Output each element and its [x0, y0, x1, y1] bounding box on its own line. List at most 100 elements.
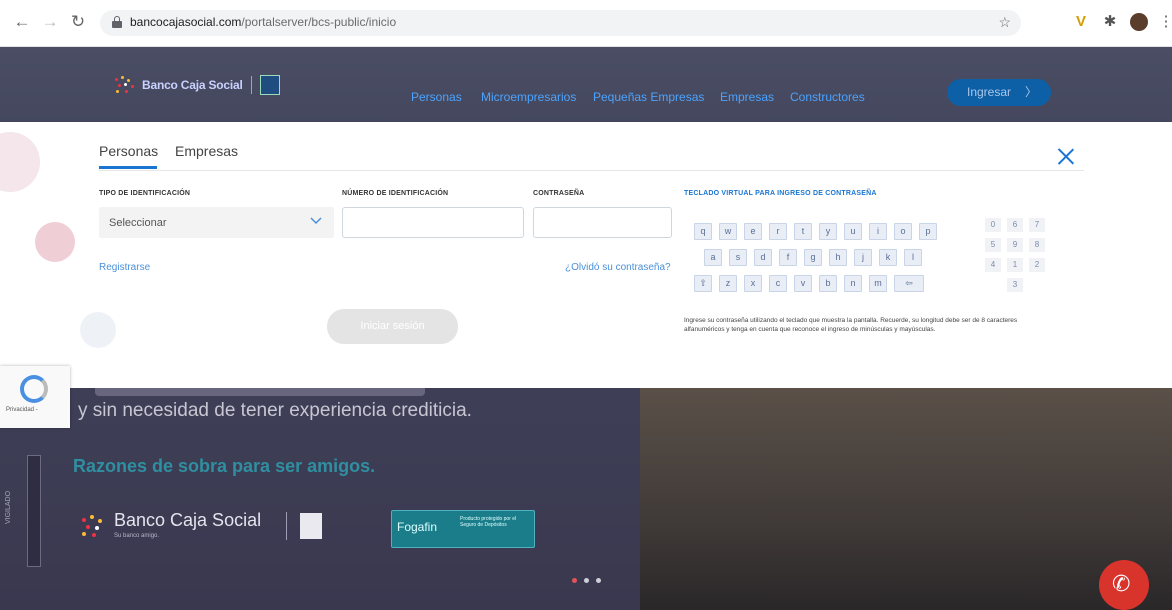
defensor-badge-icon: [300, 513, 322, 539]
virtual-key-j[interactable]: j: [854, 249, 872, 266]
virtual-key-9[interactable]: 9: [1007, 238, 1023, 252]
id-number-label: NÚMERO DE IDENTIFICACIÓN: [342, 190, 449, 197]
id-type-value: Seleccionar: [109, 217, 167, 229]
active-tab-indicator: [99, 166, 157, 169]
back-icon[interactable]: ←: [12, 12, 32, 32]
profile-avatar[interactable]: [1130, 13, 1148, 31]
login-button[interactable]: Iniciar sesión: [327, 309, 458, 344]
recaptcha-badge[interactable]: Privacidad -: [0, 366, 70, 428]
tab-empresas[interactable]: Empresas: [175, 143, 238, 159]
bank-logo-text: Banco Caja Social: [142, 78, 243, 92]
nav-pequenas-empresas[interactable]: Pequeñas Empresas: [593, 90, 704, 104]
fogafin-badge: Fogafin Producto protegido por el Seguro…: [391, 510, 535, 548]
virtual-key-shift[interactable]: ⇧: [694, 275, 712, 292]
virtual-key-z[interactable]: z: [719, 275, 737, 292]
lock-icon: [112, 16, 122, 28]
star-icon[interactable]: ☆: [998, 14, 1011, 31]
close-icon[interactable]: [1057, 147, 1075, 165]
virtual-key-w[interactable]: w: [719, 223, 737, 240]
decor-bubble: [0, 132, 40, 192]
virtual-key-m[interactable]: m: [869, 275, 887, 292]
virtual-key-1[interactable]: 1: [1007, 258, 1023, 272]
forward-icon[interactable]: →: [40, 12, 60, 32]
virtual-key-h[interactable]: h: [829, 249, 847, 266]
virtual-key-y[interactable]: y: [819, 223, 837, 240]
url-domain: bancocajasocial.com: [130, 15, 242, 29]
virtual-key-d[interactable]: d: [754, 249, 772, 266]
virtual-key-t[interactable]: t: [794, 223, 812, 240]
ingresar-label: Ingresar: [967, 85, 1012, 99]
decor-bubble: [35, 222, 75, 262]
virtual-key-k[interactable]: k: [879, 249, 897, 266]
forgot-password-link[interactable]: ¿Olvidó su contraseña?: [565, 262, 671, 273]
virtual-key-b[interactable]: b: [819, 275, 837, 292]
virtual-key-a[interactable]: a: [704, 249, 722, 266]
bank-logo[interactable]: Banco Caja Social: [112, 75, 280, 95]
recaptcha-icon: [20, 375, 48, 403]
virtual-key-q[interactable]: q: [694, 223, 712, 240]
recaptcha-privacy-label[interactable]: Privacidad -: [6, 407, 38, 413]
virtual-key-f[interactable]: f: [779, 249, 797, 266]
virtual-key-v[interactable]: v: [794, 275, 812, 292]
login-panel: Personas Empresas TIPO DE IDENTIFICACIÓN…: [0, 122, 1172, 388]
virtual-key-x[interactable]: x: [744, 275, 762, 292]
bank-tagline: Su banco amigo.: [114, 533, 160, 539]
nav-microempresarios[interactable]: Microempresarios: [481, 90, 576, 104]
virtual-key-n[interactable]: n: [844, 275, 862, 292]
virtual-key-c[interactable]: c: [769, 275, 787, 292]
virtual-key-5[interactable]: 5: [985, 238, 1001, 252]
id-type-label: TIPO DE IDENTIFICACIÓN: [99, 190, 191, 197]
nav-empresas[interactable]: Empresas: [720, 90, 774, 104]
reload-icon[interactable]: ↻: [68, 12, 88, 32]
virtual-key-4[interactable]: 4: [985, 258, 1001, 272]
virtual-key-7[interactable]: 7: [1029, 218, 1045, 232]
virtual-key-e[interactable]: e: [744, 223, 762, 240]
fogafin-logo: Fogafin: [397, 520, 438, 534]
virtual-keyboard-title: TECLADO VIRTUAL PARA INGRESO DE CONTRASE…: [684, 190, 877, 197]
virtual-keyboard-help: Ingrese su contraseña utilizando el tecl…: [684, 317, 1018, 333]
call-button[interactable]: ✆: [1099, 560, 1149, 610]
virtual-key-u[interactable]: u: [844, 223, 862, 240]
virtual-key-i[interactable]: i: [869, 223, 887, 240]
fogafin-text: Producto protegido por el Seguro de Depó…: [460, 516, 517, 528]
id-type-select[interactable]: Seleccionar: [99, 207, 334, 238]
virtual-key-2[interactable]: 2: [1029, 258, 1045, 272]
chevron-right-icon: 〉: [1024, 85, 1037, 99]
carousel-dot-3[interactable]: [596, 578, 601, 583]
virtual-key-6[interactable]: 6: [1007, 218, 1023, 232]
virtual-key-g[interactable]: g: [804, 249, 822, 266]
ingresar-button[interactable]: Ingresar 〉: [947, 79, 1051, 106]
password-input[interactable]: [533, 207, 672, 238]
url-text: bancocajasocial.com/portalserver/bcs-pub…: [130, 15, 396, 29]
decor-bubble: [80, 312, 116, 348]
virtual-key-0[interactable]: 0: [985, 218, 1001, 232]
defensor-badge-icon: [259, 75, 280, 95]
virtual-key-backspace[interactable]: ⇦: [894, 275, 924, 292]
virtual-key-3[interactable]: 3: [1007, 278, 1023, 292]
virtual-key-r[interactable]: r: [769, 223, 787, 240]
virtual-key-s[interactable]: s: [729, 249, 747, 266]
hero-line1-partial: [95, 388, 475, 396]
phone-icon: ✆: [1112, 571, 1131, 596]
carousel-dot-2[interactable]: [584, 578, 589, 583]
virtual-key-p[interactable]: p: [919, 223, 937, 240]
id-number-input[interactable]: [342, 207, 524, 238]
carousel-dot-1[interactable]: [572, 578, 577, 583]
browser-toolbar: ← → ↻ bancocajasocial.com/portalserver/b…: [0, 0, 1172, 47]
nav-personas[interactable]: Personas: [411, 90, 462, 104]
extension-v-icon[interactable]: V: [1071, 12, 1091, 32]
tab-personas[interactable]: Personas: [99, 143, 158, 159]
virtual-key-o[interactable]: o: [894, 223, 912, 240]
hero-line2: y sin necesidad de tener experiencia cre…: [78, 400, 472, 421]
address-bar[interactable]: bancocajasocial.com/portalserver/bcs-pub…: [100, 10, 1021, 36]
nav-constructores[interactable]: Constructores: [790, 90, 865, 104]
hero-reasons: Razones de sobra para ser amigos.: [73, 456, 376, 476]
virtual-key-8[interactable]: 8: [1029, 238, 1045, 252]
chevron-down-icon: [310, 217, 322, 225]
extensions-puzzle-icon[interactable]: ✱: [1100, 12, 1120, 32]
register-link[interactable]: Registrarse: [99, 262, 150, 273]
vigilado-label: VIGILADO: [5, 490, 13, 525]
menu-icon[interactable]: ⋮: [1156, 12, 1172, 32]
vigilado-badge: VIGILADO: [5, 455, 41, 567]
virtual-key-l[interactable]: l: [904, 249, 922, 266]
